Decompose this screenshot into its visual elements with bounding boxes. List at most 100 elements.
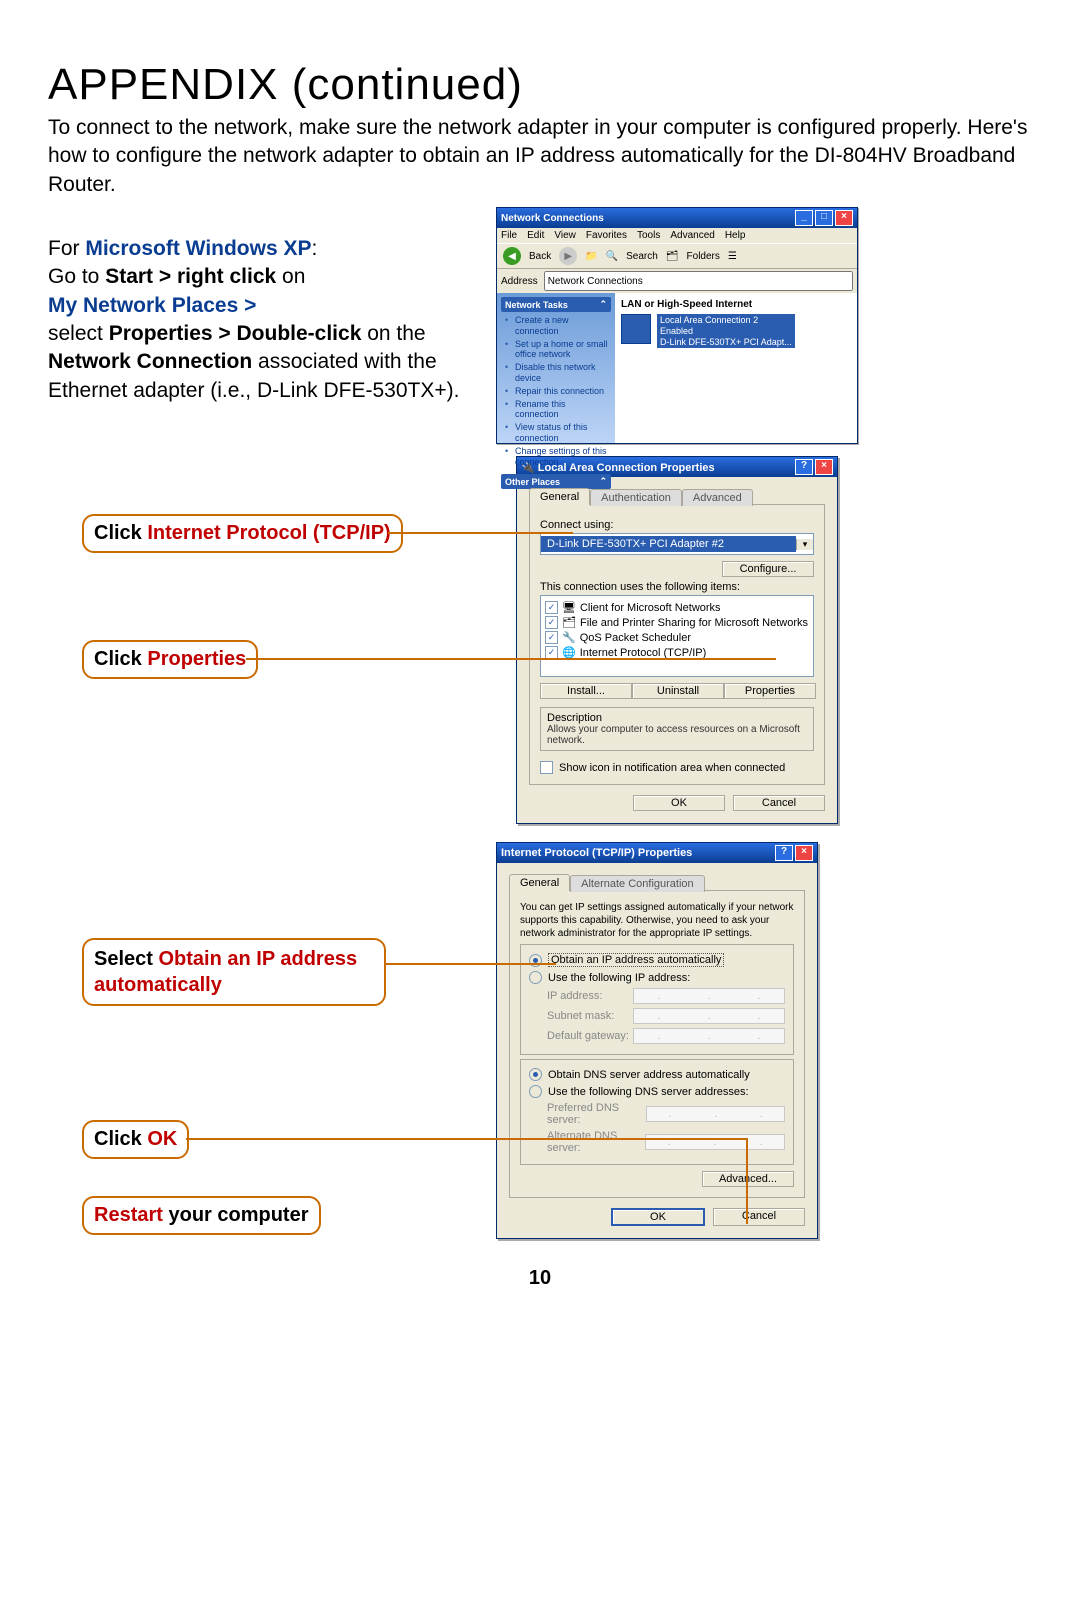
ip-label: IP address: <box>547 990 602 1002</box>
pdns-label: Preferred DNS server: <box>547 1102 646 1126</box>
task-item[interactable]: Repair this connection <box>515 385 611 398</box>
menu-bar[interactable]: File Edit View Favorites Tools Advanced … <box>497 228 857 243</box>
connection-status: Enabled <box>660 326 693 336</box>
minimize-button[interactable]: _ <box>795 210 813 226</box>
radio-label: Obtain an IP address automatically <box>548 953 724 967</box>
intro-text: To connect to the network, make sure the… <box>48 114 1032 199</box>
instructions-block: For Microsoft Windows XP: Go to Start > … <box>48 207 488 405</box>
tab-alternate-configuration[interactable]: Alternate Configuration <box>570 875 705 892</box>
list-item[interactable]: QoS Packet Scheduler <box>580 632 691 644</box>
link-text: My Network Places > <box>48 294 256 317</box>
search-label[interactable]: Search <box>626 251 658 262</box>
menu-tools[interactable]: Tools <box>637 230 660 241</box>
text: select <box>48 322 109 345</box>
back-label[interactable]: Back <box>529 251 551 262</box>
qos-icon: 🔧 <box>562 631 576 644</box>
connection-item[interactable]: Local Area Connection 2 Enabled D-Link D… <box>621 314 851 348</box>
maximize-button[interactable]: □ <box>815 210 833 226</box>
address-label: Address <box>501 276 538 287</box>
file-share-icon: 🗂 <box>562 616 576 629</box>
collapse-icon[interactable]: ⌃ <box>599 476 607 487</box>
address-bar: Address <box>497 269 857 293</box>
window-title: Network Connections <box>501 213 604 224</box>
search-icon[interactable]: 🔍 <box>606 251 618 262</box>
advanced-button[interactable]: Advanced... <box>702 1171 794 1187</box>
text: Go to <box>48 265 105 288</box>
tcpip-properties-dialog: Internet Protocol (TCP/IP) Properties ? … <box>496 842 818 1239</box>
menu-view[interactable]: View <box>554 230 576 241</box>
install-button[interactable]: Install... <box>540 683 632 699</box>
page-heading: APPENDIX (continued) <box>48 60 1032 110</box>
up-icon[interactable]: 📁 <box>585 251 597 262</box>
folders-icon[interactable]: 🗂 <box>666 251 679 262</box>
menu-edit[interactable]: Edit <box>527 230 544 241</box>
list-item[interactable]: Client for Microsoft Networks <box>580 602 721 614</box>
close-button[interactable]: × <box>835 210 853 226</box>
menu-help[interactable]: Help <box>725 230 746 241</box>
cancel-button[interactable]: Cancel <box>733 795 825 811</box>
uninstall-button[interactable]: Uninstall <box>632 683 724 699</box>
list-item[interactable]: File and Printer Sharing for Microsoft N… <box>580 617 808 629</box>
show-icon-checkbox[interactable] <box>540 761 553 774</box>
task-item[interactable]: View status of this connection <box>515 421 611 445</box>
close-button[interactable]: × <box>795 845 813 861</box>
help-button[interactable]: ? <box>795 459 813 475</box>
forward-button[interactable]: ▶ <box>559 247 577 265</box>
bold-text: Start > right click <box>105 265 276 288</box>
task-item[interactable]: Disable this network device <box>515 361 611 385</box>
menu-file[interactable]: File <box>501 230 517 241</box>
adns-input: ... <box>645 1134 785 1150</box>
ok-button[interactable]: OK <box>633 795 725 811</box>
network-connections-window: Network Connections _ □ × File Edit View… <box>496 207 858 444</box>
titlebar: Network Connections _ □ × <box>497 208 857 228</box>
radio-label: Use the following IP address: <box>548 972 690 984</box>
other-places-header: Other Places <box>505 477 560 487</box>
ok-button[interactable]: OK <box>611 1208 705 1226</box>
task-item[interactable]: Set up a home or small office network <box>515 338 611 362</box>
task-item[interactable]: Rename this connection <box>515 398 611 422</box>
tab-authentication[interactable]: Authentication <box>590 489 682 506</box>
checkbox[interactable]: ✓ <box>545 601 558 614</box>
pdns-input: ... <box>646 1106 785 1122</box>
task-item[interactable]: Change settings of this connection <box>515 445 611 469</box>
tcpip-icon: 🌐 <box>562 646 576 659</box>
adapter-dropdown[interactable]: D-Link DFE-530TX+ PCI Adapter #2 ▾ <box>540 533 814 555</box>
address-input[interactable] <box>544 271 853 291</box>
collapse-icon[interactable]: ⌃ <box>599 299 607 310</box>
checkbox[interactable]: ✓ <box>545 616 558 629</box>
properties-button[interactable]: Properties <box>724 683 816 699</box>
connection-icon <box>621 314 651 344</box>
category-label: LAN or High-Speed Internet <box>621 299 851 310</box>
uses-label: This connection uses the following items… <box>540 581 814 593</box>
radio-use-ip[interactable] <box>529 971 542 984</box>
menu-favorites[interactable]: Favorites <box>586 230 627 241</box>
tab-general[interactable]: General <box>529 488 590 505</box>
radio-use-dns[interactable] <box>529 1085 542 1098</box>
items-listbox[interactable]: ✓🖥Client for Microsoft Networks ✓🗂File a… <box>540 595 814 677</box>
folders-label[interactable]: Folders <box>687 251 720 262</box>
back-button[interactable]: ◀ <box>503 247 521 265</box>
bold-text: Properties > Double-click <box>109 322 362 345</box>
ip-input: ... <box>633 988 785 1004</box>
radio-label: Use the following DNS server addresses: <box>548 1086 749 1098</box>
task-item[interactable]: Create a new connection <box>515 314 611 338</box>
tab-advanced[interactable]: Advanced <box>682 489 753 506</box>
checkbox[interactable]: ✓ <box>545 646 558 659</box>
description-box: Description Allows your computer to acce… <box>540 707 814 751</box>
help-button[interactable]: ? <box>775 845 793 861</box>
list-item[interactable]: Internet Protocol (TCP/IP) <box>580 647 707 659</box>
chevron-down-icon[interactable]: ▾ <box>796 539 813 550</box>
tab-general[interactable]: General <box>509 874 570 891</box>
menu-advanced[interactable]: Advanced <box>670 230 714 241</box>
configure-button[interactable]: Configure... <box>722 561 814 577</box>
checkbox[interactable]: ✓ <box>545 631 558 644</box>
bold-text: Network Connection <box>48 350 252 373</box>
description-label: Description <box>547 712 602 724</box>
views-icon[interactable]: ☰ <box>728 251 737 262</box>
radio-obtain-dns[interactable] <box>529 1068 542 1081</box>
for-prefix: For <box>48 237 85 260</box>
cancel-button[interactable]: Cancel <box>713 1208 805 1226</box>
radio-obtain-ip[interactable] <box>529 954 542 967</box>
page-number: 10 <box>48 1267 1032 1290</box>
close-button[interactable]: × <box>815 459 833 475</box>
